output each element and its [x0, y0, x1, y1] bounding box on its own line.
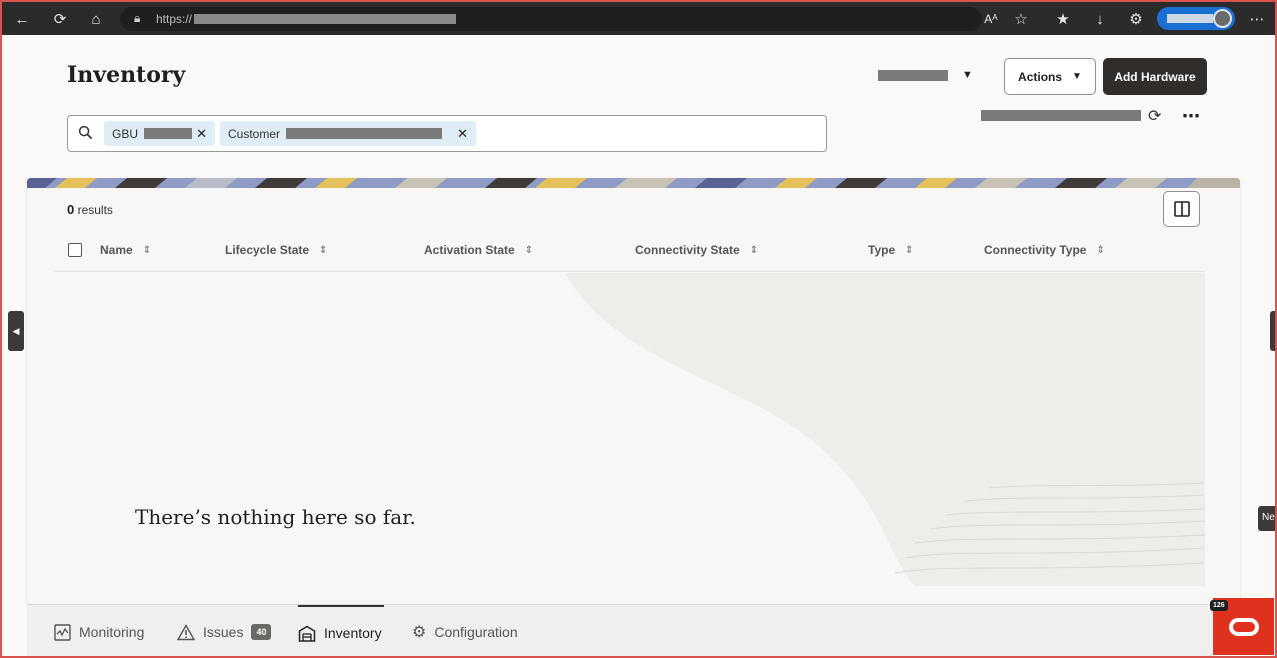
actions-button[interactable]: Actions ▼ — [1004, 58, 1096, 95]
close-icon[interactable]: ✕ — [457, 126, 468, 142]
column-header-connectivity-type[interactable]: Connectivity Type ⇕ — [984, 243, 1105, 257]
issues-count-badge: 40 — [251, 624, 272, 640]
nav-item-monitoring[interactable]: Monitoring — [54, 605, 145, 656]
column-header-activation-state[interactable]: Activation State ⇕ — [424, 243, 533, 257]
lock-icon: 🔒︎ — [134, 11, 141, 25]
sort-icon: ⇕ — [905, 244, 914, 256]
last-refreshed — [981, 110, 1141, 121]
home-icon[interactable]: ⌂ — [85, 8, 107, 30]
columns-icon — [1173, 201, 1190, 217]
nav-item-inventory[interactable]: Inventory — [298, 605, 384, 656]
select-all-checkbox[interactable] — [68, 243, 82, 257]
download-icon[interactable]: ↓ — [1089, 8, 1111, 30]
inventory-icon — [298, 625, 316, 642]
column-header-type[interactable]: Type ⇕ — [868, 243, 914, 257]
table-header: Name ⇕ Lifecycle State ⇕ Activation State ⇕… — [55, 234, 1205, 272]
sort-icon: ⇕ — [319, 244, 328, 256]
favorites-icon[interactable]: ★ — [1052, 8, 1074, 30]
nav-item-label: Issues — [203, 624, 244, 640]
filter-chip-label: GBU — [112, 126, 139, 141]
expand-panel-handle[interactable] — [1270, 311, 1275, 351]
filter-chip-gbu: GBU ✕ — [104, 121, 215, 146]
sort-icon: ⇕ — [1096, 244, 1105, 256]
column-header-label: Lifecycle State — [225, 243, 310, 257]
nav-item-configuration[interactable]: ⚙ Configuration — [412, 605, 518, 656]
filter-chip-customer: Customer ✕ — [220, 121, 476, 146]
more-options-icon[interactable]: ⋯ — [1182, 106, 1201, 127]
assistant-logo-icon — [1228, 617, 1259, 636]
filter-search-input[interactable]: GBU ✕ Customer ✕ — [67, 115, 827, 152]
app-frame: ← ⟳ ⌂ 🔒︎ https:// Aᴬ ☆ ★ ↓ ⚙ ⋯ Inventory… — [0, 0, 1277, 658]
back-arrow-icon[interactable]: ← — [11, 8, 33, 30]
chevron-down-icon: ▼ — [1072, 71, 1082, 82]
column-header-label: Activation State — [424, 243, 515, 257]
favorite-add-icon[interactable]: ☆ — [1010, 8, 1032, 30]
nav-item-label: Monitoring — [79, 624, 145, 640]
browser-menu-icon[interactable]: ⋯ — [1246, 8, 1268, 30]
reload-icon[interactable]: ⟳ — [49, 8, 71, 30]
results-count-value: 0 — [67, 202, 75, 217]
filter-value-redacted — [286, 128, 443, 139]
column-header-connectivity-state[interactable]: Connectivity State ⇕ — [635, 243, 758, 257]
filter-value-redacted — [144, 128, 193, 139]
column-header-label: Type — [868, 243, 896, 257]
side-tab[interactable]: Ne — [1258, 506, 1275, 531]
avatar — [1213, 9, 1232, 28]
gear-icon: ⚙ — [412, 624, 427, 641]
close-icon[interactable]: ✕ — [196, 126, 207, 142]
extensions-icon[interactable]: ⚙ — [1125, 8, 1147, 30]
filter-chip-label: Customer — [228, 126, 281, 141]
nav-item-label: Inventory — [324, 625, 382, 641]
nav-item-label: Configuration — [434, 624, 518, 640]
column-header-label: Connectivity Type — [984, 243, 1087, 257]
sort-icon: ⇕ — [524, 244, 534, 256]
column-layout-button[interactable] — [1163, 191, 1200, 227]
warning-icon — [177, 623, 195, 640]
last-refreshed-redacted — [981, 110, 1141, 121]
browser-toolbar: ← ⟳ ⌂ 🔒︎ https:// Aᴬ ☆ ★ ↓ ⚙ ⋯ — [2, 2, 1275, 35]
search-icon — [78, 125, 93, 144]
chevron-down-icon: ▼ — [962, 69, 973, 81]
bottom-navigation: Monitoring Issues 40 Inventory ⚙ Configu… — [27, 604, 1212, 656]
column-header-label: Name — [100, 243, 133, 257]
url-prefix: https:// — [156, 12, 193, 26]
compartment-selector[interactable]: ▼ — [878, 69, 973, 81]
sort-icon: ⇕ — [749, 244, 759, 256]
address-bar[interactable]: 🔒︎ https:// — [120, 7, 982, 31]
nav-item-issues[interactable]: Issues 40 — [177, 605, 272, 656]
sort-icon: ⇕ — [142, 244, 152, 256]
empty-state-message: There’s nothing here so far. — [135, 505, 416, 529]
empty-state-illustration — [565, 273, 1205, 586]
column-header-name[interactable]: Name ⇕ — [100, 243, 151, 257]
column-header-lifecycle-state[interactable]: Lifecycle State ⇕ — [225, 243, 327, 257]
compartment-redacted — [878, 69, 948, 81]
decorative-banner — [27, 178, 1240, 188]
profile-name-redacted — [1167, 14, 1213, 23]
assistant-count-badge: 126 — [1210, 600, 1228, 611]
results-card: 0 results Name ⇕ Lifecycle State ⇕ Activat… — [27, 178, 1240, 604]
results-count: 0 results — [67, 202, 113, 217]
collapse-panel-handle[interactable]: ◀ — [8, 311, 24, 351]
column-header-label: Connectivity State — [635, 243, 740, 257]
url-redacted — [194, 14, 457, 24]
page-title: Inventory — [67, 62, 186, 88]
results-count-suffix: results — [77, 203, 113, 217]
refresh-icon[interactable]: ⟳ — [1148, 106, 1161, 126]
add-hardware-button[interactable]: Add Hardware — [1103, 58, 1207, 95]
profile-button[interactable] — [1157, 7, 1235, 30]
actions-label: Actions — [1018, 69, 1063, 84]
read-aloud-icon[interactable]: Aᴬ — [980, 8, 1002, 30]
monitoring-icon — [54, 623, 71, 641]
